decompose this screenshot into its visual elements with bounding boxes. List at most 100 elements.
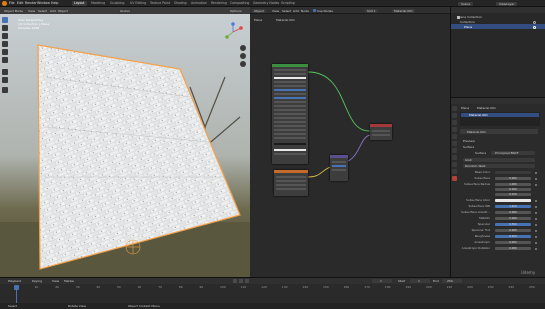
link-socket-icon[interactable] (535, 247, 537, 250)
annotate-tool-icon[interactable] (2, 69, 8, 75)
timeline-menu-playback[interactable]: Playback (8, 279, 21, 283)
material-slot-item[interactable]: Material.001 (469, 113, 488, 117)
node-menu-add[interactable]: Add (293, 9, 299, 13)
rotate-tool-icon[interactable] (2, 41, 8, 47)
image-texture-node[interactable] (274, 170, 308, 196)
transform-tool-icon[interactable] (2, 57, 8, 63)
link-socket-icon[interactable] (535, 205, 537, 208)
menu-help[interactable]: Help (51, 1, 59, 6)
menu-edit[interactable]: Edit (17, 1, 23, 6)
timeline-menu-view[interactable]: View (52, 279, 59, 283)
timeline-menu-keying[interactable]: Keying (32, 279, 42, 283)
object-mode-dropdown[interactable]: Object Mode (2, 8, 25, 13)
prop-row-subsurface-ior[interactable]: Subsurface IOR 1.400 (451, 204, 545, 209)
scene-selector[interactable]: Scene (458, 1, 474, 6)
prop-row-subsurface-radius-z[interactable]: 0.100 (451, 192, 545, 197)
viewport-menu-select[interactable]: Select (38, 9, 47, 13)
constraint-properties-tab-icon[interactable] (452, 162, 457, 167)
tab-texture-paint[interactable]: Texture Paint (148, 1, 172, 6)
principled-bsdf-node[interactable] (272, 64, 308, 164)
prop-row-specular-tint[interactable]: Specular Tint 0.000 (451, 228, 545, 233)
output-properties-tab-icon[interactable] (452, 120, 457, 125)
viewport-options-button[interactable]: Options (230, 9, 242, 13)
material-datablock-field[interactable]: Material.001 (467, 130, 486, 134)
timeline[interactable]: Playback Keying View Marker 1 Start 1 En… (0, 277, 545, 309)
link-socket-icon[interactable] (535, 229, 537, 232)
link-socket-icon[interactable] (535, 241, 537, 244)
properties-editor[interactable]: Plane Material.001 Material.001 Material… (450, 97, 545, 277)
add-cube-tool-icon[interactable] (2, 87, 8, 93)
current-frame-field[interactable]: 1 (380, 279, 382, 283)
link-socket-icon[interactable] (535, 235, 537, 238)
tab-geometry-nodes[interactable]: Geometry Nodes (251, 1, 281, 6)
material-name-field[interactable]: Material.001 (392, 8, 415, 13)
prop-row-roughness[interactable]: Roughness 0.500 (451, 234, 545, 239)
tab-scripting[interactable]: Scripting (279, 1, 297, 6)
material-slot-dropdown[interactable]: Slot 1 (365, 8, 378, 13)
menu-window[interactable]: Window (37, 1, 50, 6)
distribution-dropdown[interactable]: GGX (465, 158, 472, 162)
tab-uv-editing[interactable]: UV Editing (128, 1, 148, 6)
prop-row-anisotropic[interactable]: Anisotropic 0.000 (451, 240, 545, 245)
jump-start-icon[interactable] (233, 279, 237, 283)
viewport-menu-object[interactable]: Object (58, 9, 68, 13)
outliner-item-plane[interactable]: Plane (464, 25, 472, 29)
tab-layout[interactable]: Layout (72, 1, 87, 6)
link-socket-icon[interactable] (535, 183, 537, 186)
node-menu-node[interactable]: Node (301, 9, 309, 13)
frame-ruler[interactable]: 0102030405060708090100110120130140150160… (0, 285, 545, 291)
scene-properties-tab-icon[interactable] (452, 127, 457, 132)
link-socket-icon[interactable] (535, 199, 537, 202)
3d-viewport[interactable]: User Perspective (1) Collection | Plane … (0, 7, 250, 277)
render-properties-tab-icon[interactable] (452, 113, 457, 118)
view-layer-selector[interactable]: ViewLayer (496, 1, 518, 6)
cursor-tool-icon[interactable] (2, 25, 8, 31)
outliner-scene-collection[interactable]: Scene Collection (457, 15, 482, 19)
tab-sculpting[interactable]: Sculpting (108, 1, 126, 6)
preview-section-header[interactable]: Preview (463, 139, 475, 143)
select-tool-icon[interactable] (2, 17, 8, 23)
navigation-gizmo[interactable] (222, 21, 244, 43)
start-frame-field[interactable]: 1 (418, 279, 420, 283)
link-socket-icon[interactable] (535, 211, 537, 214)
zoom-icon[interactable] (240, 45, 246, 51)
measure-tool-icon[interactable] (2, 77, 8, 83)
prop-row-specular[interactable]: Specular 0.500 (451, 222, 545, 227)
physics-properties-tab-icon[interactable] (452, 155, 457, 160)
timeline-menu-marker[interactable]: Marker (64, 279, 74, 283)
use-nodes-checkbox[interactable] (313, 9, 316, 12)
tab-shading[interactable]: Shading (172, 1, 189, 6)
base-color-swatch[interactable] (495, 170, 531, 175)
surface-shader-field[interactable]: Principled BSDF (495, 151, 519, 155)
tab-animation[interactable]: Animation (189, 1, 209, 6)
shader-node-editor[interactable]: Plane Material.001 (250, 7, 450, 277)
viewport-menu-add[interactable]: Add (50, 9, 56, 13)
link-socket-icon[interactable] (535, 223, 537, 226)
subsurface-color-swatch[interactable] (495, 198, 531, 203)
prop-row-subsurface-color[interactable]: Subsurface Color (451, 198, 545, 203)
end-frame-field[interactable]: 250 (447, 279, 453, 283)
node-menu-view[interactable]: View (272, 9, 279, 13)
menu-render[interactable]: Render (25, 1, 37, 6)
prop-row-subsurface-anisotropy[interactable]: Subsurface Anisotr... 0.000 (451, 210, 545, 215)
visibility-eye-icon[interactable] (533, 20, 536, 24)
pan-icon[interactable] (240, 53, 246, 59)
prop-row-base-color[interactable]: Base Color (451, 170, 545, 175)
tab-rendering[interactable]: Rendering (209, 1, 229, 6)
play-icon[interactable] (239, 279, 243, 283)
modifier-properties-tab-icon[interactable] (452, 148, 457, 153)
link-socket-icon[interactable] (535, 217, 537, 220)
node-menu-select[interactable]: Select (282, 9, 291, 13)
link-socket-icon[interactable] (535, 177, 537, 180)
world-properties-tab-icon[interactable] (452, 134, 457, 139)
jump-end-icon[interactable] (245, 279, 249, 283)
move-tool-icon[interactable] (2, 33, 8, 39)
scale-tool-icon[interactable] (2, 49, 8, 55)
tool-properties-tab-icon[interactable] (452, 106, 457, 111)
tab-compositing[interactable]: Compositing (228, 1, 251, 6)
blender-logo-icon[interactable] (2, 1, 7, 6)
surface-section-header[interactable]: Surface (463, 145, 474, 149)
link-socket-icon[interactable] (535, 171, 537, 174)
prop-row-anisotropic-rotation[interactable]: Anisotropic Rotation 0.000 (451, 246, 545, 251)
viewport-menu-view[interactable]: View (28, 9, 35, 13)
